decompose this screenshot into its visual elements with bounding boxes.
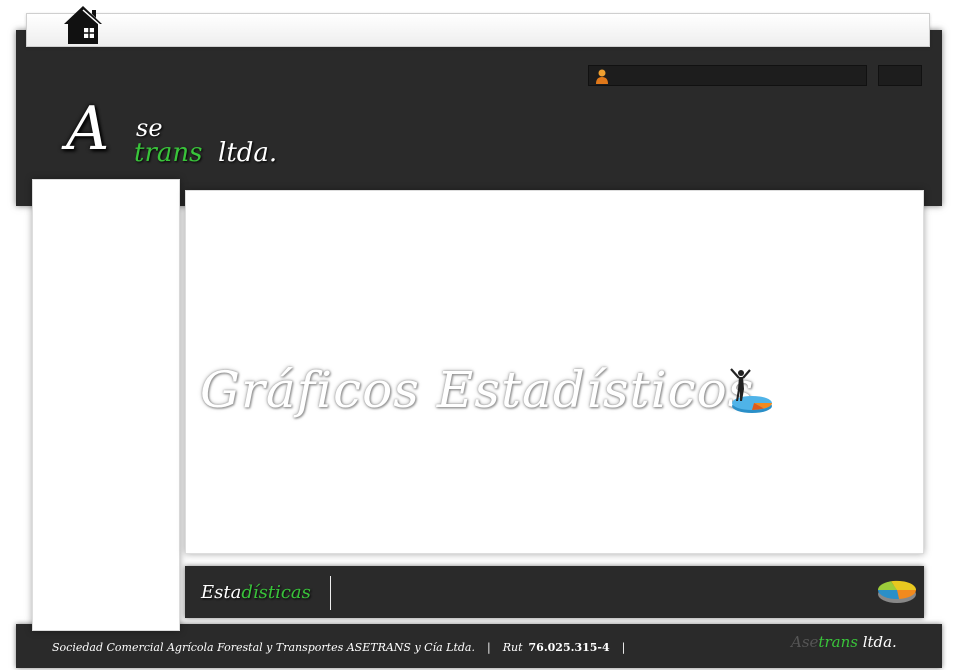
section-title-part2: dísticas <box>241 582 311 603</box>
footer-logo-ase: Ase <box>791 633 819 651</box>
logo-ltda: ltda. <box>218 138 278 168</box>
footer-separator-2: | <box>621 641 626 654</box>
pie-chart-icon <box>877 580 917 603</box>
page-title: Gráficos Estadísticos <box>200 361 755 419</box>
rut-label: Rut <box>502 641 523 654</box>
divider <box>330 576 331 610</box>
main-panel: Gráficos Estadísticos <box>185 190 924 554</box>
sidebar <box>32 179 180 631</box>
company-name: Sociedad Comercial Agrícola Forestal y T… <box>52 641 475 654</box>
user-icon <box>596 69 608 84</box>
footer-logo-ltda: ltda. <box>857 633 897 651</box>
footer-logo: Asetrans ltda. <box>791 633 897 651</box>
section-title: Estadísticas <box>201 582 311 603</box>
logo-trans: trans <box>134 138 203 168</box>
user-login-field[interactable] <box>588 65 867 86</box>
footer-logo-trans: trans <box>818 633 858 651</box>
site-logo[interactable]: A se trans ltda. <box>66 94 296 170</box>
rut-value: 76.025.315-4 <box>528 641 610 654</box>
chart-person-icon <box>730 368 772 413</box>
footer-separator: | <box>487 641 491 654</box>
section-bar: Estadísticas <box>185 566 924 618</box>
home-icon[interactable] <box>62 4 104 46</box>
section-title-part1: Esta <box>201 582 242 603</box>
logo-letter-a: A <box>66 94 110 164</box>
footer-info: Sociedad Comercial Agrícola Forestal y T… <box>52 641 637 654</box>
login-button[interactable] <box>878 65 922 86</box>
top-bar <box>26 13 930 47</box>
